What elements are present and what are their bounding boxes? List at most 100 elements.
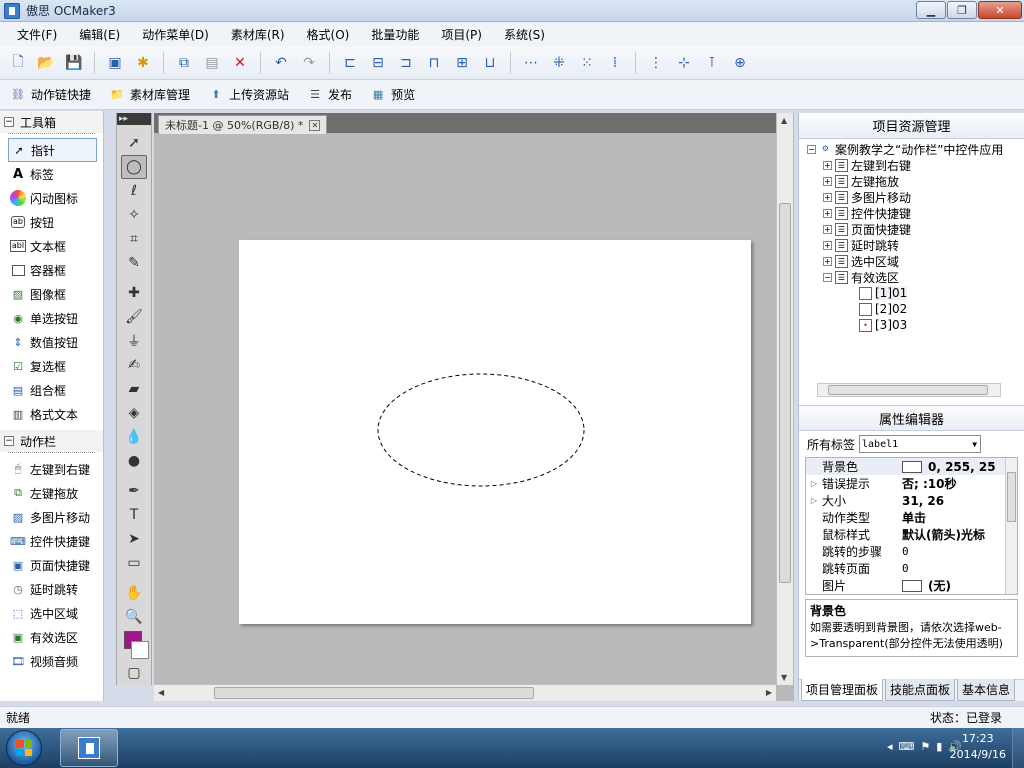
tool-container[interactable]: 容器框 <box>0 258 103 282</box>
expand-icon[interactable]: ▷ <box>806 496 822 505</box>
elliptical-selection[interactable] <box>377 373 585 487</box>
taskbar-app-ocmaker[interactable] <box>60 729 118 767</box>
expand-icon[interactable]: + <box>823 256 832 266</box>
tool-checkbox[interactable]: ☑ 复选框 <box>0 354 103 378</box>
blur-icon[interactable]: 💧 <box>117 425 151 449</box>
maximize-button[interactable]: ❐ <box>947 1 977 19</box>
undo-icon[interactable]: ↶ <box>269 51 293 75</box>
tree-leaf[interactable]: [2]02 <box>807 301 1024 317</box>
network-icon[interactable]: ▮ <box>936 740 942 753</box>
tree-node[interactable]: + ☰ 延时跳转 <box>807 237 1024 253</box>
actionbar-header[interactable]: − 动作栏 <box>0 430 103 452</box>
ellipse-marquee-icon[interactable]: ◯ <box>121 155 147 179</box>
tag-select[interactable]: label1 ▼ <box>859 435 982 453</box>
menu-action[interactable]: 动作菜单(D) <box>131 26 220 43</box>
properties-icon[interactable]: ▣ <box>103 51 127 75</box>
tool-label-control[interactable]: A 标签 <box>0 162 103 186</box>
same-size-icon[interactable]: ⊕ <box>728 51 752 75</box>
menu-system[interactable]: 系统(S) <box>493 26 556 43</box>
collapse-icon[interactable]: − <box>4 117 14 127</box>
action-video-audio[interactable]: 🎞 视频音频 <box>0 649 103 673</box>
action-left-right[interactable]: 🖱 左键到右键 <box>0 457 103 481</box>
tab-basic-info[interactable]: 基本信息 <box>957 679 1016 701</box>
tool-radio[interactable]: ◉ 单选按钮 <box>0 306 103 330</box>
align-center-icon[interactable]: ⊟ <box>366 51 390 75</box>
input-method-icon[interactable]: ⌨ <box>898 740 914 753</box>
close-button[interactable]: ✕ <box>978 1 1022 19</box>
tree-node[interactable]: + ☰ 多图片移动 <box>807 189 1024 205</box>
align-right-icon[interactable]: ⊐ <box>394 51 418 75</box>
expand-icon[interactable]: + <box>823 208 832 218</box>
align-top-icon[interactable]: ⊓ <box>422 51 446 75</box>
property-row[interactable]: 图片 (无) <box>806 577 1017 594</box>
expand-icon[interactable]: + <box>823 176 832 186</box>
eyedropper-icon[interactable]: ✎ <box>117 251 151 275</box>
align-left-icon[interactable]: ⊏ <box>338 51 362 75</box>
zoom-icon[interactable]: 🔍 <box>117 605 151 629</box>
pen-icon[interactable]: ✒ <box>117 479 151 503</box>
chevron-down-icon[interactable]: ▼ <box>972 440 977 449</box>
lasso-icon[interactable]: ℓ <box>117 179 151 203</box>
vertical-scrollbar[interactable]: ▲ ▼ <box>776 113 793 685</box>
delete-icon[interactable]: ✕ <box>228 51 252 75</box>
property-row[interactable]: 跳转的步骤 0 <box>806 543 1017 560</box>
action-control-hotkey[interactable]: ⌨ 控件快捷键 <box>0 529 103 553</box>
menu-file[interactable]: 文件(F) <box>6 26 68 43</box>
minimize-button[interactable]: ▁ <box>916 1 946 19</box>
preview-button[interactable]: ▦ 预览 <box>370 86 415 103</box>
expand-icon[interactable]: + <box>823 160 832 170</box>
action-chain-button[interactable]: ⛓ 动作链快捷 <box>10 86 91 103</box>
menu-project[interactable]: 项目(P) <box>430 26 493 43</box>
tree-scroll-thumb[interactable] <box>828 385 988 395</box>
property-value[interactable]: (无) <box>902 577 951 594</box>
new-file-icon[interactable]: 🗋 <box>6 51 30 75</box>
open-folder-icon[interactable]: 📂 <box>34 51 58 75</box>
asset-manager-button[interactable]: 📁 素材库管理 <box>109 86 190 103</box>
property-value[interactable]: 0 <box>902 545 909 558</box>
property-value[interactable]: 默认(箭头)光标 <box>902 526 985 543</box>
same-width-icon[interactable]: ⊹ <box>672 51 696 75</box>
tree-node[interactable]: + ☰ 左键拖放 <box>807 173 1024 189</box>
tool-richtext[interactable]: ▥ 格式文本 <box>0 402 103 426</box>
collapse-icon[interactable]: − <box>823 272 832 282</box>
canvas[interactable] <box>239 240 751 624</box>
property-row[interactable]: ▷ 大小 31, 26 <box>806 492 1017 509</box>
property-row[interactable]: 鼠标样式 默认(箭头)光标 <box>806 526 1017 543</box>
stamp-icon[interactable]: ⏚ <box>117 329 151 353</box>
property-row[interactable]: 动作类型 单击 <box>806 509 1017 526</box>
property-row[interactable]: 跳转页面 0 <box>806 560 1017 577</box>
expand-icon[interactable]: + <box>823 240 832 250</box>
magic-wand-icon[interactable]: ✧ <box>117 203 151 227</box>
show-desktop-button[interactable] <box>1012 728 1024 768</box>
crop-icon[interactable]: ⌗ <box>117 227 151 251</box>
collapse-icon[interactable]: − <box>807 144 816 154</box>
tree-node[interactable]: + ☰ 选中区域 <box>807 253 1024 269</box>
flag-icon[interactable]: ⚑ <box>920 740 930 753</box>
menu-format[interactable]: 格式(O) <box>296 26 361 43</box>
same-height-icon[interactable]: ⊺ <box>700 51 724 75</box>
vertical-scroll-thumb[interactable] <box>779 203 791 583</box>
space-v-icon[interactable]: ⁞ <box>603 51 627 75</box>
tree-node-expanded[interactable]: − ☰ 有效选区 <box>807 269 1024 285</box>
space-grid-icon[interactable]: ⁙ <box>575 51 599 75</box>
property-scroll-thumb[interactable] <box>1007 472 1016 522</box>
tab-skill-panel[interactable]: 技能点面板 <box>885 679 956 701</box>
property-value[interactable]: 0 <box>902 562 909 575</box>
tree-leaf[interactable]: • [3]03 <box>807 317 1024 333</box>
tree-leaf[interactable]: [1]01 <box>807 285 1024 301</box>
expand-icon[interactable]: + <box>823 224 832 234</box>
tool-pointer[interactable]: ➚ 指针 <box>8 138 97 162</box>
action-drag[interactable]: ⧉ 左键拖放 <box>0 481 103 505</box>
property-value[interactable]: 0, 255, 25 <box>902 460 996 474</box>
background-color-swatch[interactable] <box>131 641 149 659</box>
distribute-v-icon[interactable]: ⋮ <box>644 51 668 75</box>
distribute-h-icon[interactable]: ⋯ <box>519 51 543 75</box>
action-valid-area[interactable]: ▣ 有效选区 <box>0 625 103 649</box>
menu-edit[interactable]: 编辑(E) <box>68 26 131 43</box>
redo-icon[interactable]: ↷ <box>297 51 321 75</box>
horizontal-scrollbar[interactable]: ◀ ▶ <box>154 684 776 701</box>
property-value[interactable]: 单击 <box>902 509 926 526</box>
tree-horizontal-scrollbar[interactable] <box>817 383 1001 397</box>
tool-flash-icon[interactable]: 闪动图标 <box>0 186 103 210</box>
quick-mask-icon[interactable]: ▢ <box>117 661 151 685</box>
